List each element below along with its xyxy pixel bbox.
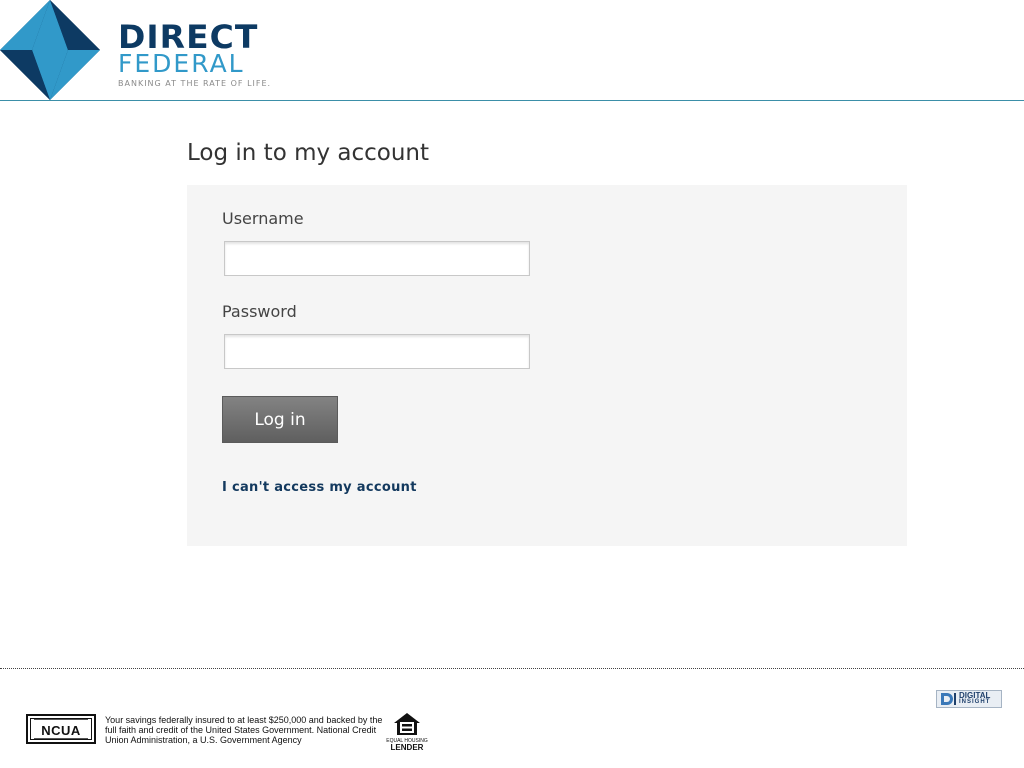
page-title: Log in to my account (187, 140, 430, 166)
digital-insight-d-icon (941, 693, 956, 705)
username-label: Username (222, 209, 304, 228)
ncua-insurance-statement: Your savings federally insured to at lea… (105, 715, 383, 745)
direct-federal-diamond-icon[interactable] (0, 0, 100, 100)
brand-name-line1: DIRECT (118, 18, 259, 56)
password-label: Password (222, 302, 297, 321)
eho-caption-line2: LENDER (390, 743, 424, 752)
digital-insight-badge[interactable]: DIGITAL INSIGHT (936, 690, 1002, 708)
equal-housing-lender-logo[interactable]: EQUAL HOUSING LENDER (386, 712, 428, 752)
site-header: DIRECT FEDERAL BANKING AT THE RATE OF LI… (0, 0, 1024, 101)
username-input[interactable] (224, 241, 530, 276)
ncua-logo[interactable]: NCUA (26, 714, 96, 744)
password-input[interactable] (224, 334, 530, 369)
cant-access-account-link[interactable]: I can't access my account (222, 480, 417, 495)
footer-divider (0, 668, 1024, 669)
brand-wordmark[interactable]: DIRECT FEDERAL BANKING AT THE RATE OF LI… (118, 21, 272, 88)
equal-housing-icon (394, 713, 420, 735)
ncua-logo-text: NCUA (41, 723, 81, 738)
badge-line2: INSIGHT (959, 699, 991, 705)
login-panel: Username Password Log in I can't access … (187, 185, 907, 546)
brand-tagline: BANKING AT THE RATE OF LIFE. (118, 79, 272, 88)
badge-line1: DIGITAL (959, 691, 991, 700)
login-button[interactable]: Log in (222, 396, 338, 443)
